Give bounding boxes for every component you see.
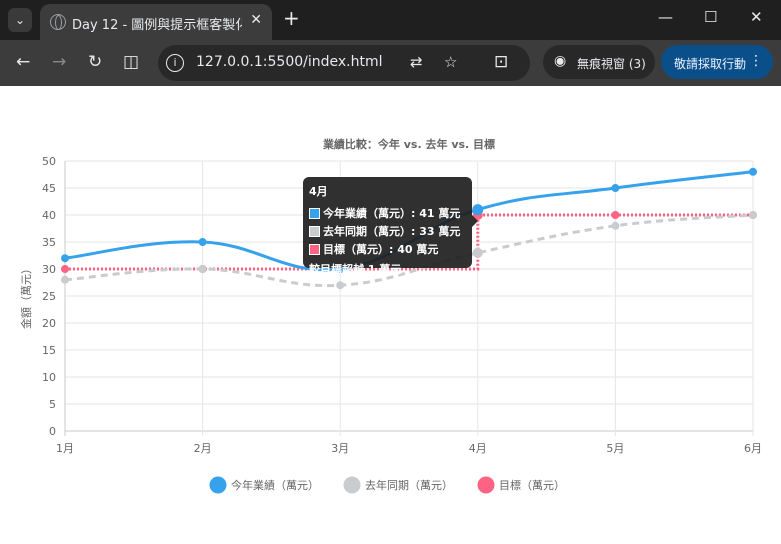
y-tick-label: 20 xyxy=(42,317,56,330)
data-point xyxy=(61,265,69,273)
y-tick-label: 35 xyxy=(42,236,56,249)
tooltip-row-text: 目標（萬元）: 40 萬元 xyxy=(323,243,439,256)
reload-icon[interactable]: ↻ xyxy=(88,52,102,72)
globe-icon xyxy=(50,14,66,30)
legend-label: 目標（萬元） xyxy=(499,478,565,492)
tooltip-row-text: 今年業績（萬元）: 41 萬元 xyxy=(323,207,461,220)
y-tick-label: 30 xyxy=(42,263,56,276)
chart-tooltip: 4月 今年業績（萬元）: 41 萬元 去年同期（萬元）: 33 萬元 目標（萬元… xyxy=(303,177,478,276)
data-point xyxy=(198,265,207,273)
tooltip-title: 4月 xyxy=(309,185,328,198)
chart-title: 業績比較：今年 vs. 去年 vs. 目標 xyxy=(322,137,495,151)
data-point xyxy=(61,254,69,263)
tab-title: Day 12 - 圖例與提示框客製化 xyxy=(72,18,242,33)
tooltip-swatch xyxy=(309,207,320,219)
x-tick-label: 3月 xyxy=(331,442,349,455)
data-point xyxy=(61,275,69,284)
y-tick-label: 25 xyxy=(42,290,56,303)
split-view-icon[interactable]: ◫ xyxy=(123,52,139,72)
address-bar[interactable]: i 127.0.0.1:5500/index.html ⇄ ☆ xyxy=(158,45,530,81)
tab-strip: ⌄ Day 12 - 圖例與提示框客製化 ✕ + — ☐ ✕ xyxy=(0,0,781,40)
data-point xyxy=(749,211,757,219)
tooltip-swatch xyxy=(309,225,320,237)
legend-marker xyxy=(209,476,227,494)
tab-search-icon[interactable]: ⌄ xyxy=(8,8,32,32)
legend-label: 今年業績（萬元） xyxy=(231,478,319,492)
forward-icon[interactable]: → xyxy=(52,52,66,72)
data-point xyxy=(336,281,345,290)
x-tick-label: 6月 xyxy=(744,442,762,455)
legend-marker xyxy=(343,476,361,494)
browser-toolbar: ← → ↻ ◫ i 127.0.0.1:5500/index.html ⇄ ☆ … xyxy=(0,40,781,86)
url-text[interactable]: 127.0.0.1:5500/index.html xyxy=(196,54,383,70)
line-chart: 業績比較：今年 vs. 去年 vs. 目標 0 5 10 15 20 25 30 35 40 45 5… xyxy=(19,137,762,494)
translate-icon[interactable]: ⇄ xyxy=(410,53,423,71)
y-tick-label: 5 xyxy=(49,398,56,411)
y-tick-label: 40 xyxy=(42,209,56,222)
more-menu-icon[interactable]: ⋮ xyxy=(749,53,763,69)
screenshot-icon[interactable]: ⊡ xyxy=(494,52,508,72)
bookmark-star-icon[interactable]: ☆ xyxy=(444,53,457,71)
data-point xyxy=(611,184,620,192)
x-tick-label: 1月 xyxy=(56,442,74,455)
legend-label: 去年同期（萬元） xyxy=(365,478,453,492)
minimize-icon[interactable]: — xyxy=(658,8,673,26)
data-point xyxy=(611,211,620,219)
tooltip-row: 去年同期（萬元）: 33 萬元 xyxy=(309,222,466,240)
y-tick-label: 45 xyxy=(42,182,56,195)
tooltip-caret xyxy=(472,215,478,227)
y-axis-label: 金額（萬元） xyxy=(19,263,33,329)
page-viewport: 業績比較：今年 vs. 去年 vs. 目標 0 5 10 15 20 25 30 35 40 45 5… xyxy=(0,86,781,544)
x-tick-label: 5月 xyxy=(606,442,624,455)
x-tick-label: 4月 xyxy=(469,442,487,455)
active-tab[interactable]: Day 12 - 圖例與提示框客製化 ✕ xyxy=(40,4,272,40)
legend-marker xyxy=(477,476,495,494)
tooltip-swatch xyxy=(309,243,320,255)
tooltip-footer: 較目標超越 1 萬元 xyxy=(309,263,402,276)
y-tick-label: 50 xyxy=(42,155,56,168)
tooltip-row: 目標（萬元）: 40 萬元 xyxy=(309,240,466,258)
x-tick-label: 2月 xyxy=(194,442,212,455)
incognito-icon: ◉ xyxy=(554,53,567,69)
y-tick-label: 0 xyxy=(49,425,56,438)
data-point xyxy=(472,247,483,258)
take-action-label: 敬請採取行動 xyxy=(674,57,747,71)
data-point xyxy=(611,221,620,230)
data-point xyxy=(198,238,207,246)
close-tab-icon[interactable]: ✕ xyxy=(250,12,262,28)
maximize-icon[interactable]: ☐ xyxy=(704,8,717,26)
take-action-button[interactable]: 敬請採取行動 ⋮ xyxy=(661,45,773,79)
incognito-label: 無痕視窗 (3) xyxy=(577,57,646,71)
incognito-button[interactable]: ◉ 無痕視窗 (3) xyxy=(543,45,655,79)
window-close-icon[interactable]: ✕ xyxy=(750,8,763,26)
site-info-icon[interactable]: i xyxy=(166,54,184,72)
data-point xyxy=(472,204,484,216)
tooltip-row: 今年業績（萬元）: 41 萬元 xyxy=(309,204,466,222)
y-tick-label: 15 xyxy=(42,344,56,357)
tooltip-row-text: 去年同期（萬元）: 33 萬元 xyxy=(323,225,461,238)
back-icon[interactable]: ← xyxy=(16,52,30,72)
new-tab-icon[interactable]: + xyxy=(283,8,300,28)
y-tick-label: 10 xyxy=(42,371,56,384)
data-point xyxy=(749,167,757,176)
